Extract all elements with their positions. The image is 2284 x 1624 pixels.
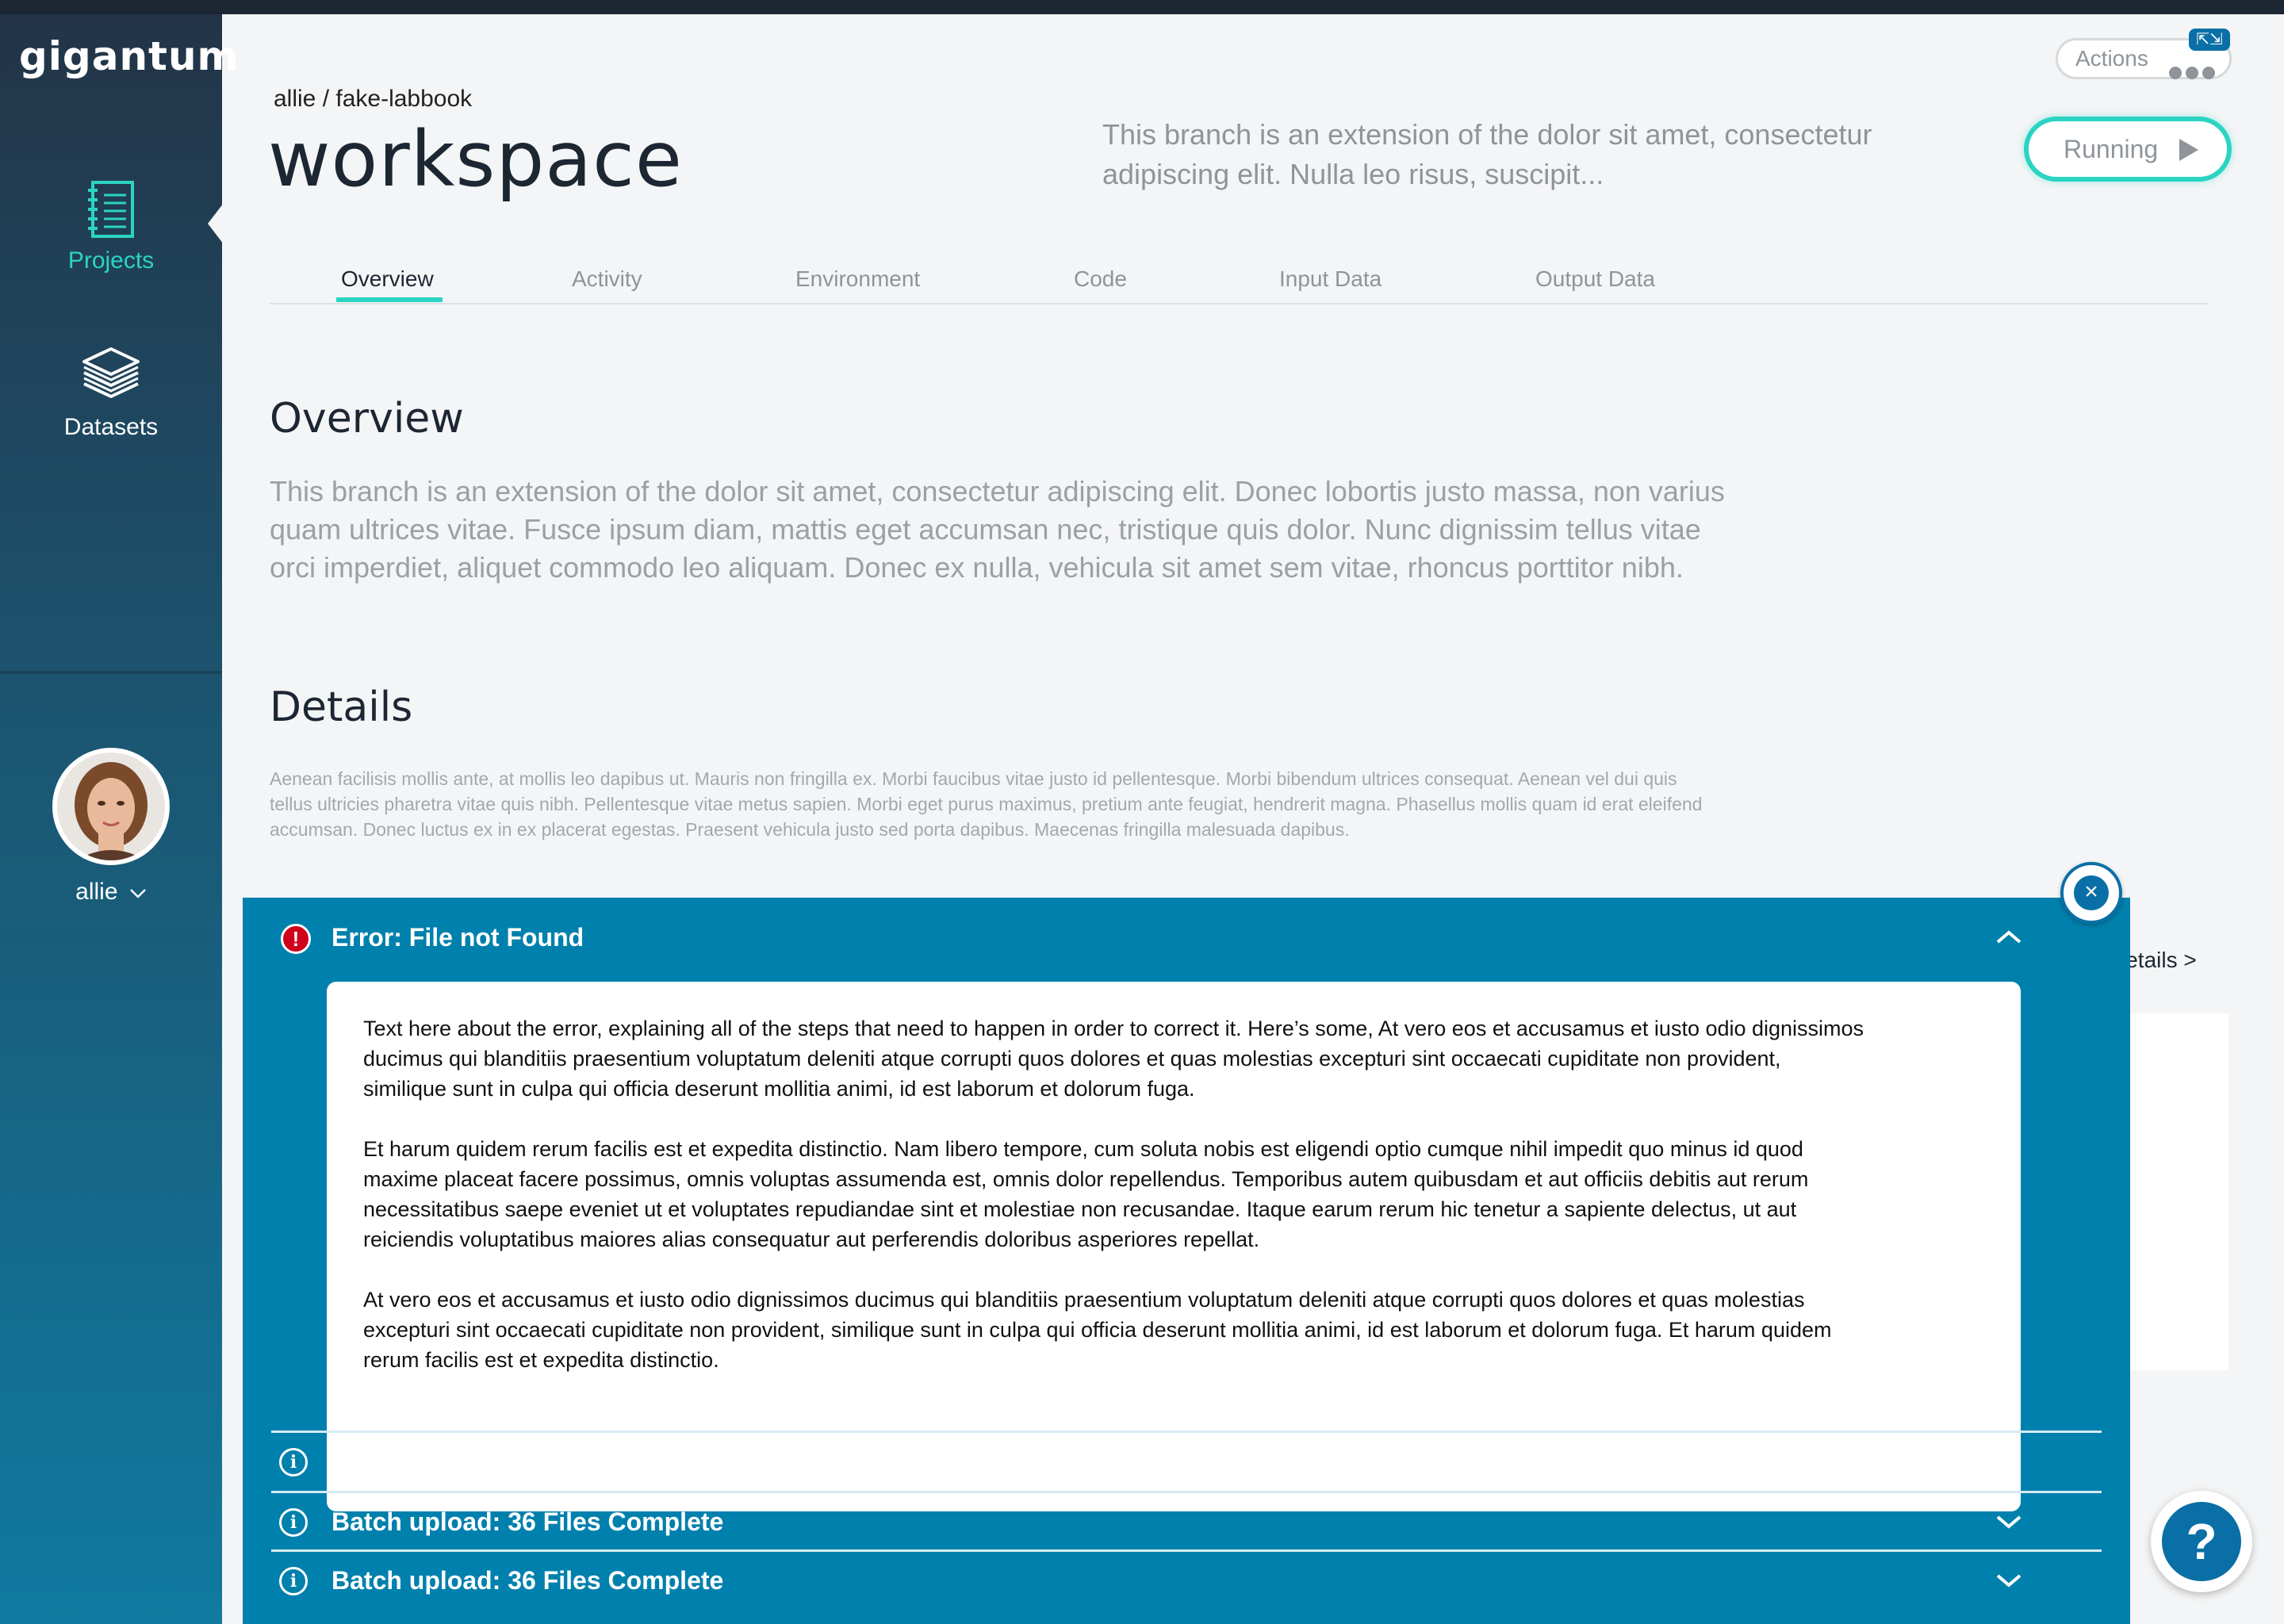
user-menu[interactable]: allie: [0, 879, 222, 906]
batch-upload-title: Batch upload: 36 Files Complete: [331, 1447, 724, 1476]
error-paragraph: Et harum quidem rerum facilis est et exp…: [363, 1137, 1809, 1251]
tab-output-data[interactable]: Output Data: [1535, 266, 1655, 292]
sidebar-item-projects[interactable]: Projects: [0, 179, 224, 274]
notifications-panel: ! Error: File not Found Text here about …: [243, 898, 2130, 1624]
error-paragraph: At vero eos et accusamus et iusto odio d…: [363, 1288, 1832, 1372]
avatar[interactable]: [52, 748, 170, 865]
app-logo[interactable]: gigantum: [19, 33, 240, 79]
sidebar: gigantum Projects Datasets allie: [0, 14, 239, 1624]
batch-upload-item[interactable]: i Batch upload: 36 Files Complete: [271, 1431, 2102, 1491]
status-label: Running: [2064, 135, 2159, 163]
header-description: This branch is an extension of the dolor…: [1102, 118, 1872, 190]
sidebar-item-datasets[interactable]: Datasets: [0, 346, 222, 441]
close-notifications-button[interactable]: ×: [2060, 862, 2122, 924]
chevron-down-icon[interactable]: [1995, 1507, 2022, 1534]
info-icon: i: [279, 1508, 308, 1537]
tab-bar: Overview Activity Environment Code Input…: [270, 262, 2209, 304]
user-photo: [57, 753, 165, 860]
tab-environment[interactable]: Environment: [795, 266, 920, 292]
chevron-up-icon[interactable]: [1995, 923, 2022, 950]
exclamation-icon: !: [281, 924, 311, 954]
chevron-down-icon: [129, 889, 146, 898]
layers-icon: [82, 347, 140, 398]
help-button[interactable]: ?: [2151, 1491, 2252, 1592]
actions-label: Actions: [2075, 46, 2148, 71]
page-title: workspace: [268, 115, 683, 204]
details-heading: Details: [270, 684, 413, 731]
info-icon: i: [279, 1448, 308, 1477]
batch-upload-title: Batch upload: 36 Files Complete: [331, 1507, 724, 1536]
chevron-down-icon[interactable]: [1995, 1447, 2022, 1474]
info-icon: i: [279, 1567, 308, 1595]
sidebar-item-label: Projects: [67, 247, 155, 274]
container-status-button[interactable]: Running: [2024, 117, 2232, 182]
tab-activity[interactable]: Activity: [572, 266, 642, 292]
tab-overview[interactable]: Overview: [341, 266, 434, 292]
play-icon: [2179, 139, 2198, 161]
overview-text: This branch is an extension of the dolor…: [270, 475, 1725, 584]
tab-code[interactable]: Code: [1074, 266, 1127, 292]
error-paragraph: Text here about the error, explaining al…: [363, 1017, 1864, 1101]
question-icon: ?: [2162, 1502, 2241, 1581]
breadcrumb[interactable]: allie / fake-labbook: [274, 86, 472, 113]
user-name-label: allie: [75, 879, 118, 905]
notebook-icon: [88, 181, 134, 238]
tab-input-data[interactable]: Input Data: [1279, 266, 1382, 292]
error-title: Error: File not Found: [331, 923, 584, 952]
active-tab-indicator: [336, 297, 443, 302]
sidebar-item-label: Datasets: [63, 414, 159, 440]
batch-upload-title: Batch upload: 36 Files Complete: [331, 1566, 724, 1595]
details-text: Aenean facilisis mollis ante, at mollis …: [270, 768, 1703, 840]
more-dots-icon: [2165, 54, 2215, 90]
error-message-header[interactable]: ! Error: File not Found: [243, 898, 2130, 977]
chevron-down-icon[interactable]: [1995, 1566, 2022, 1593]
expand-arrows-icon[interactable]: ⇱⇲: [2189, 29, 2230, 51]
sidebar-nav: gigantum Projects Datasets: [0, 14, 239, 672]
sidebar-divider: [0, 671, 222, 674]
close-icon: ×: [2074, 875, 2109, 910]
top-bar: [0, 0, 2284, 14]
overview-heading: Overview: [270, 395, 464, 442]
batch-upload-item[interactable]: i Batch upload: 36 Files Complete: [271, 1549, 2102, 1610]
batch-upload-item[interactable]: i Batch upload: 36 Files Complete: [271, 1491, 2102, 1551]
